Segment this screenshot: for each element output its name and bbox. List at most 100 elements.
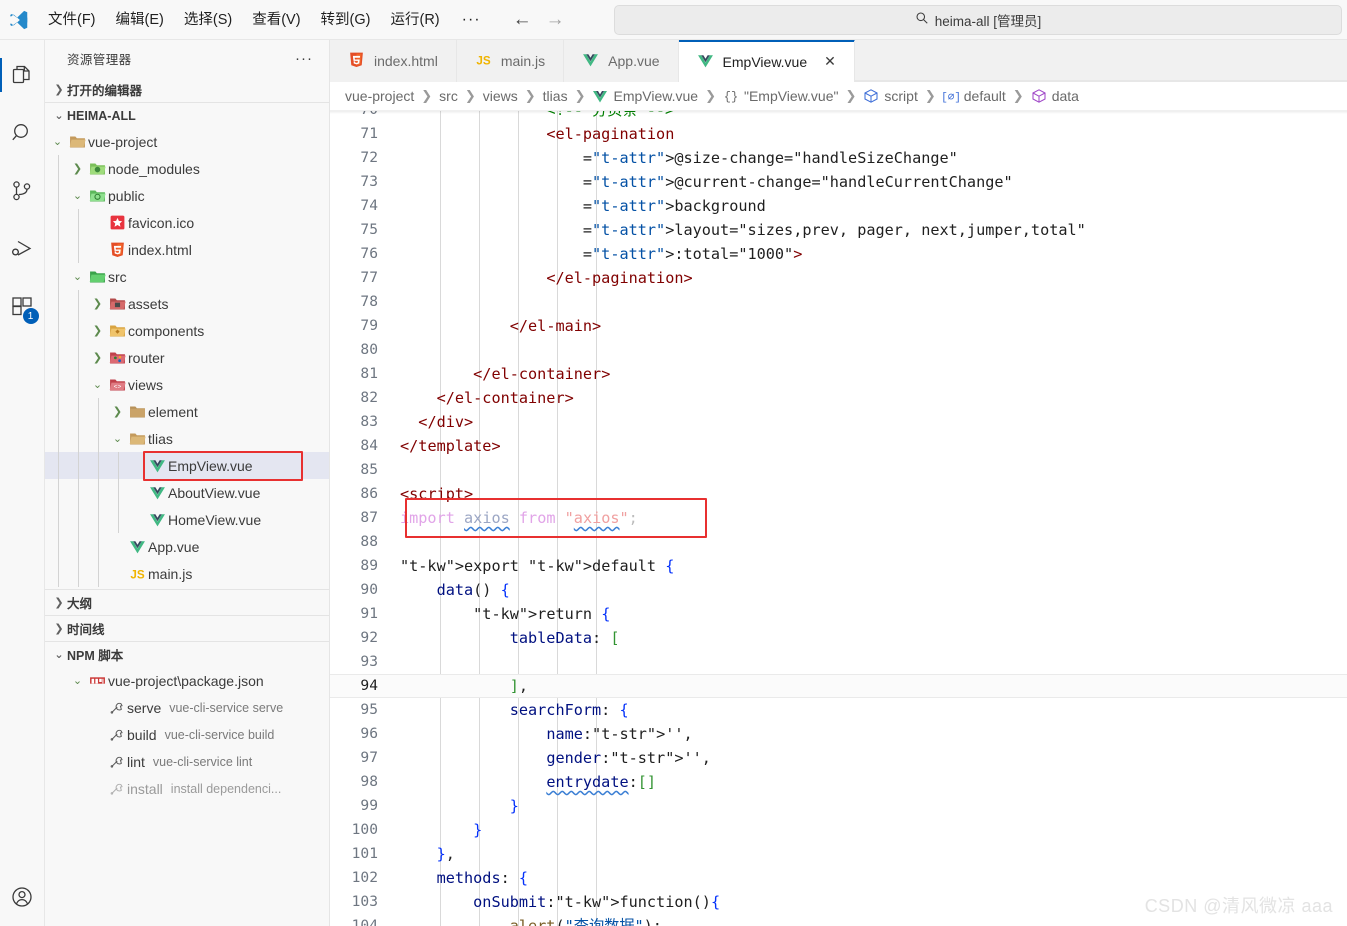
code-line-85[interactable]: 85 [330, 458, 1347, 482]
code-line-97[interactable]: 97 gender:"t-str">'', [330, 746, 1347, 770]
code-line-100[interactable]: 100 } [330, 818, 1347, 842]
code-line-94[interactable]: 94 ], [330, 674, 1347, 698]
code-line-76[interactable]: 76 ="t-attr">:total="1000"> [330, 242, 1347, 266]
code-line-73[interactable]: 73 ="t-attr">@current-change="handleCurr… [330, 170, 1347, 194]
breadcrumb-item-src[interactable]: src [436, 88, 461, 104]
tree-item-empview-vue[interactable]: EmpView.vue [45, 451, 329, 481]
tree-item-aboutview-vue[interactable]: AboutView.vue [45, 479, 329, 506]
tab-close-icon[interactable]: ✕ [824, 53, 836, 70]
tree-item-app-vue[interactable]: App.vue [45, 533, 329, 560]
breadcrumb-item-script[interactable]: script [860, 88, 920, 104]
tree-item-main-js[interactable]: JS main.js [45, 560, 329, 587]
section-folder-root[interactable]: ⌄ HEIMA-ALL [45, 102, 329, 128]
breadcrumb-item-views[interactable]: views [480, 88, 521, 104]
chevron-right-icon[interactable]: ❯ [109, 405, 126, 418]
section-open-editors[interactable]: ❯ 打开的编辑器 [45, 76, 329, 102]
breadcrumb-item-empview.vue[interactable]: {} "EmpView.vue" [720, 88, 842, 104]
chevron-down-icon[interactable]: ⌄ [109, 432, 126, 445]
explorer-icon[interactable] [0, 46, 45, 104]
code-line-95[interactable]: 95 searchForm: { [330, 698, 1347, 722]
breadcrumb-item-default[interactable]: [∅] default [940, 88, 1009, 104]
tab-index-html[interactable]: index.html [330, 40, 457, 82]
code-line-102[interactable]: 102 methods: { [330, 866, 1347, 890]
code-line-93[interactable]: 93 [330, 650, 1347, 674]
code-line-91[interactable]: 91 "t-kw">return { [330, 602, 1347, 626]
code-line-89[interactable]: 89 "t-kw">export "t-kw">default { [330, 554, 1347, 578]
code-line-92[interactable]: 92 tableData: [ [330, 626, 1347, 650]
chevron-down-icon[interactable]: ⌄ [69, 189, 86, 202]
section-outline[interactable]: ❯ 大纲 [45, 589, 329, 615]
tree-item-components[interactable]: ❯ components [45, 317, 329, 344]
tree-item-tlias[interactable]: ⌄ tlias [45, 425, 329, 452]
back-arrow-icon[interactable]: ← [513, 10, 532, 29]
chevron-down-icon[interactable]: ⌄ [69, 270, 86, 283]
npm-script-serve[interactable]: serve vue-cli-service serve [45, 694, 329, 721]
npm-script-install[interactable]: install install dependenci... [45, 775, 329, 802]
tab-main-js[interactable]: JS main.js [456, 40, 565, 82]
tab-empview-vue[interactable]: EmpView.vue ✕ [678, 40, 855, 82]
code-line-99[interactable]: 99 } [330, 794, 1347, 818]
chevron-right-icon[interactable]: ❯ [69, 162, 86, 175]
tree-item-homeview-vue[interactable]: HomeView.vue [45, 506, 329, 533]
code-line-88[interactable]: 88 [330, 530, 1347, 554]
menu-edit[interactable]: 编辑(E) [106, 7, 174, 33]
code-line-79[interactable]: 79 </el-main> [330, 314, 1347, 338]
breadcrumb-item-vueproject[interactable]: vue-project [342, 88, 417, 104]
code-line-80[interactable]: 80 [330, 338, 1347, 362]
tree-item-public[interactable]: ⌄ public [45, 182, 329, 209]
code-line-72[interactable]: 72 ="t-attr">@size-change="handleSizeCha… [330, 146, 1347, 170]
code-line-70[interactable]: 70 <!-- 分页条 --> [330, 111, 1347, 122]
command-center-search[interactable]: heima-all [管理员] [614, 5, 1342, 35]
chevron-right-icon[interactable]: ❯ [89, 297, 106, 310]
forward-arrow-icon[interactable]: → [546, 10, 565, 29]
tree-item-favicon-ico[interactable]: favicon.ico [45, 209, 329, 236]
explorer-more-actions-button[interactable]: ··· [285, 50, 323, 67]
breadcrumb-item-tlias[interactable]: tlias [540, 88, 571, 104]
chevron-right-icon[interactable]: ❯ [89, 351, 106, 364]
code-line-104[interactable]: 104 alert("查询数据"); [330, 914, 1347, 926]
tab-app-vue[interactable]: App.vue [564, 40, 679, 82]
section-timeline[interactable]: ❯ 时间线 [45, 615, 329, 641]
code-line-71[interactable]: 71 <el-pagination [330, 122, 1347, 146]
section-npm-scripts[interactable]: ⌄ NPM 脚本 [45, 641, 329, 667]
tree-item-views[interactable]: ⌄ <> views [45, 371, 329, 398]
account-icon[interactable] [0, 868, 45, 926]
code-line-101[interactable]: 101 }, [330, 842, 1347, 866]
chevron-down-icon[interactable]: ⌄ [89, 378, 106, 391]
npm-script-lint[interactable]: lint vue-cli-service lint [45, 748, 329, 775]
code-line-84[interactable]: 84 </template> [330, 434, 1347, 458]
breadcrumb-item-data[interactable]: data [1028, 88, 1082, 104]
source-control-icon[interactable] [0, 162, 45, 220]
tree-item-src[interactable]: ⌄ src [45, 263, 329, 290]
code-line-81[interactable]: 81 </el-container> [330, 362, 1347, 386]
code-line-90[interactable]: 90 data() { [330, 578, 1347, 602]
tree-item-vue-project[interactable]: ⌄ vue-project [45, 128, 329, 155]
code-line-77[interactable]: 77 </el-pagination> [330, 266, 1347, 290]
menu-overflow-button[interactable]: ··· [450, 9, 493, 31]
menu-file[interactable]: 文件(F) [38, 7, 106, 33]
extensions-icon[interactable]: 1 [0, 278, 45, 336]
tree-item-router[interactable]: ❯ router [45, 344, 329, 371]
breadcrumb-item-empview.vue[interactable]: EmpView.vue [589, 88, 701, 104]
tree-item-element[interactable]: ❯ element [45, 398, 329, 425]
chevron-right-icon[interactable]: ❯ [89, 324, 106, 337]
npm-script-build[interactable]: build vue-cli-service build [45, 721, 329, 748]
code-line-98[interactable]: 98 entrydate:[] [330, 770, 1347, 794]
menu-select[interactable]: 选择(S) [174, 7, 242, 33]
code-line-82[interactable]: 82 </el-container> [330, 386, 1347, 410]
menu-run[interactable]: 运行(R) [380, 7, 449, 33]
npm-package-item[interactable]: ⌄ vue-project\package.json [45, 667, 329, 694]
tree-item-index-html[interactable]: index.html [45, 236, 329, 263]
run-debug-icon[interactable] [0, 220, 45, 278]
search-icon[interactable] [0, 104, 45, 162]
menu-goto[interactable]: 转到(G) [311, 7, 381, 33]
code-line-78[interactable]: 78 [330, 290, 1347, 314]
code-line-75[interactable]: 75 ="t-attr">layout="sizes,prev, pager, … [330, 218, 1347, 242]
code-line-96[interactable]: 96 name:"t-str">'', [330, 722, 1347, 746]
menu-view[interactable]: 查看(V) [242, 7, 310, 33]
chevron-down-icon[interactable]: ⌄ [69, 674, 86, 687]
code-line-87[interactable]: 87 import axios from "axios"; [330, 506, 1347, 530]
chevron-down-icon[interactable]: ⌄ [49, 135, 66, 148]
tree-item-assets[interactable]: ❯ assets [45, 290, 329, 317]
code-line-86[interactable]: 86 <script> [330, 482, 1347, 506]
